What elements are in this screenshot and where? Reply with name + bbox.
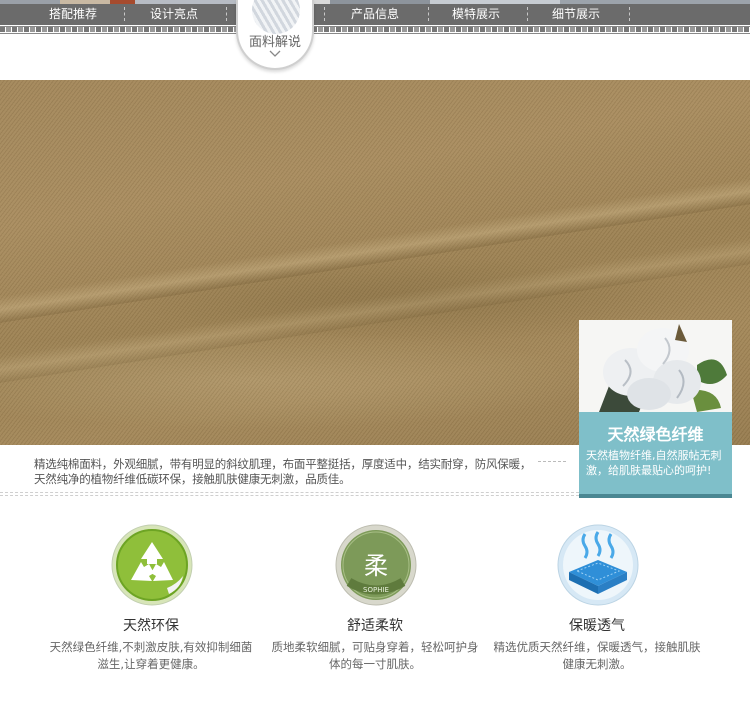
feature-text: 质地柔软细腻，可贴身穿着，轻松呵护身体的每一寸肌肤。 xyxy=(271,640,479,671)
card-bottom-bar xyxy=(579,494,732,498)
soft-badge-glyph: 柔 xyxy=(364,552,388,580)
nav-separator xyxy=(428,7,429,21)
nav-chain-line xyxy=(0,33,750,34)
nav-item-match-recommend[interactable]: 搭配推荐 xyxy=(38,5,108,23)
nav-chain-border xyxy=(0,27,750,32)
dashed-divider xyxy=(0,495,579,496)
nav-photo-strip xyxy=(0,0,750,4)
chevron-down-icon xyxy=(269,50,281,57)
nav-separator xyxy=(527,7,528,21)
soft-badge-caption: SOPHIE xyxy=(363,586,389,594)
fabric-explain-badge[interactable]: 面料解说 xyxy=(236,0,314,70)
desc-dash xyxy=(538,461,566,462)
soft-badge-icon: 柔 SOPHIE xyxy=(335,524,417,606)
cotton-boll-photo xyxy=(579,320,732,412)
feature-title: 舒适柔软 xyxy=(347,618,403,634)
fabric-swatch-icon xyxy=(252,0,300,34)
breathable-fabric-icon xyxy=(557,524,639,606)
dashed-divider xyxy=(0,492,579,493)
nav-item-product-info[interactable]: 产品信息 xyxy=(340,5,410,23)
nav-item-design-highlights[interactable]: 设计亮点 xyxy=(139,5,209,23)
top-nav: 搭配推荐 设计亮点 产品信息 模特展示 细节展示 xyxy=(0,0,750,25)
nav-item-model-show[interactable]: 模特展示 xyxy=(441,5,511,23)
fabric-description: 精选纯棉面料，外观细腻，带有明显的斜纹肌理，布面平整挺括，厚度适中，结实耐穿，防… xyxy=(34,457,532,486)
card-title: 天然绿色纤维 xyxy=(607,425,704,444)
feature-text: 天然绿色纤维,不刺激皮肤,有效抑制细菌滋生,让穿着更健康。 xyxy=(49,640,253,671)
nav-separator xyxy=(124,7,125,21)
nav-separator xyxy=(629,7,630,21)
cotton-boll-icon xyxy=(599,324,727,412)
natural-fiber-card: 天然绿色纤维 天然植物纤维,自然服帖无刺激，给肌肤最贴心的呵护! xyxy=(579,320,732,498)
recycle-icon xyxy=(111,524,193,606)
card-text: 天然植物纤维,自然服帖无刺激，给肌肤最贴心的呵护! xyxy=(586,449,722,477)
nav-separator xyxy=(226,7,227,21)
feature-text: 精选优质天然纤维，保暖透气，接触肌肤健康无刺激。 xyxy=(493,640,701,671)
feature-title: 保暖透气 xyxy=(569,618,625,634)
nav-item-detail-show[interactable]: 细节展示 xyxy=(541,5,611,23)
nav-separator xyxy=(324,7,325,21)
feature-title: 天然环保 xyxy=(123,618,179,634)
